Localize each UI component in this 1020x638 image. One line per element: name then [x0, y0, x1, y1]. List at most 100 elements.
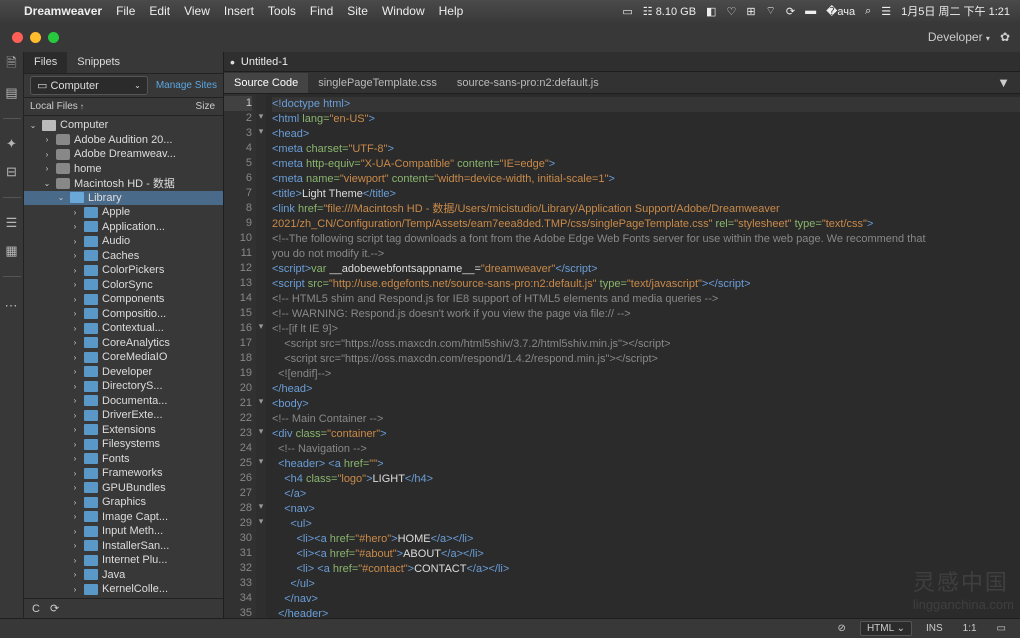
expand-icon[interactable]: › [70, 353, 80, 362]
file-tree[interactable]: ⌄Computer›Adobe Audition 20...›Adobe Dre… [24, 116, 223, 598]
menu-view[interactable]: View [184, 4, 210, 18]
dom-icon[interactable]: ☰ [5, 216, 19, 230]
expand-icon[interactable]: › [70, 512, 80, 521]
expand-icon[interactable]: › [70, 454, 80, 463]
tree-node[interactable]: ⌄Library [24, 191, 223, 206]
files-icon[interactable]: 🗎 [5, 58, 19, 72]
tree-node[interactable]: ›Fonts [24, 452, 223, 467]
tree-node[interactable]: ›DirectoryS... [24, 379, 223, 394]
tree-node[interactable]: ›Developer [24, 365, 223, 380]
expand-icon[interactable]: › [70, 556, 80, 565]
expand-icon[interactable]: › [70, 440, 80, 449]
search-icon[interactable]: ⌕ [865, 5, 871, 18]
expand-icon[interactable]: › [42, 135, 52, 144]
zoom-button[interactable] [48, 32, 59, 43]
css-designer-icon[interactable]: ⊟ [5, 165, 19, 179]
expand-icon[interactable]: › [70, 411, 80, 420]
expand-icon[interactable]: › [42, 164, 52, 173]
sync-settings-icon[interactable]: ✿ [1000, 30, 1010, 44]
subtab-css[interactable]: singlePageTemplate.css [308, 73, 447, 93]
expand-icon[interactable]: › [70, 541, 80, 550]
tree-node[interactable]: ›Image Capt... [24, 510, 223, 525]
expand-icon[interactable]: › [70, 309, 80, 318]
expand-icon[interactable]: › [70, 498, 80, 507]
sync-icon[interactable]: ⟳ [786, 5, 795, 18]
expand-icon[interactable]: › [70, 469, 80, 478]
bluetooth-icon[interactable]: ⌔ [766, 4, 776, 18]
tree-node[interactable]: ›ColorPickers [24, 263, 223, 278]
close-button[interactable] [12, 32, 23, 43]
workspace-switcher[interactable]: Developer ▾ [928, 30, 990, 44]
menu-file[interactable]: File [116, 4, 135, 18]
menu-help[interactable]: Help [439, 4, 464, 18]
tree-node[interactable]: ›Input Meth... [24, 524, 223, 539]
tree-node[interactable]: ⌄Computer [24, 118, 223, 133]
shield-icon[interactable]: ♡ [726, 5, 736, 18]
tree-node[interactable]: ›Apple [24, 205, 223, 220]
assets-icon[interactable]: ▦ [5, 244, 19, 258]
expand-icon[interactable]: › [70, 585, 80, 594]
tree-node[interactable]: ›Extensions [24, 423, 223, 438]
tab-snippets[interactable]: Snippets [67, 52, 130, 73]
app-name[interactable]: Dreamweaver [24, 4, 102, 18]
menu-edit[interactable]: Edit [149, 4, 170, 18]
tree-node[interactable]: ›Components [24, 292, 223, 307]
expand-icon[interactable]: › [70, 338, 80, 347]
expand-icon[interactable]: › [70, 208, 80, 217]
tree-node[interactable]: ›Adobe Dreamweav... [24, 147, 223, 162]
subtab-source[interactable]: Source Code [224, 73, 308, 93]
expand-icon[interactable]: ⌄ [56, 193, 66, 202]
tree-node[interactable]: ›CoreAnalytics [24, 336, 223, 351]
manage-sites-link[interactable]: Manage Sites [156, 80, 217, 91]
tree-node[interactable]: ›Filesystems [24, 437, 223, 452]
clock[interactable]: 1月5日 周二 下午 1:21 [901, 3, 1010, 19]
error-indicator[interactable]: ⊘ [832, 623, 852, 634]
tree-node[interactable]: ›Documenta... [24, 394, 223, 409]
battery-icon[interactable]: ▬ [805, 5, 816, 17]
document-tab[interactable]: • Untitled-1 [224, 52, 1020, 72]
expand-icon[interactable]: › [70, 237, 80, 246]
tree-node[interactable]: ›CoreMediaIO [24, 350, 223, 365]
tree-node[interactable]: ›GPUBundles [24, 481, 223, 496]
menu-window[interactable]: Window [382, 4, 425, 18]
expand-icon[interactable]: ⌄ [28, 121, 38, 130]
col-size[interactable]: Size [196, 101, 215, 112]
tree-node[interactable]: ›Adobe Audition 20... [24, 133, 223, 148]
code-lines[interactable]: <!doctype html><html lang="en-US"><head>… [266, 94, 1020, 618]
tree-node[interactable]: ›Java [24, 568, 223, 583]
subtab-js[interactable]: source-sans-pro:n2:default.js [447, 73, 609, 93]
tree-node[interactable]: ›Contextual... [24, 321, 223, 336]
tree-node[interactable]: ›KernelColle... [24, 582, 223, 597]
expand-icon[interactable]: › [70, 222, 80, 231]
tray-icon[interactable]: ◧ [706, 5, 716, 18]
minimize-button[interactable] [30, 32, 41, 43]
expand-icon[interactable]: › [70, 483, 80, 492]
more-icon[interactable]: ⋯ [5, 299, 19, 313]
expand-icon[interactable]: › [70, 396, 80, 405]
tree-node[interactable]: ›Audio [24, 234, 223, 249]
site-selector[interactable]: ▭ Computer⌄ [30, 76, 148, 95]
tree-node[interactable]: ›Internet Plu... [24, 553, 223, 568]
filter-icon[interactable]: ▼ [987, 75, 1020, 90]
tree-node[interactable]: ⌄Macintosh HD - 数据 [24, 176, 223, 191]
menu-insert[interactable]: Insert [224, 4, 254, 18]
insert-icon[interactable]: ✦ [5, 137, 19, 151]
expand-icon[interactable]: › [70, 266, 80, 275]
line-gutter[interactable]: 1234567891011121314151617181920212223242… [224, 94, 256, 618]
tree-node[interactable]: ›Application... [24, 220, 223, 235]
menu-find[interactable]: Find [310, 4, 333, 18]
refresh-icon[interactable]: C [32, 603, 40, 615]
cc-libraries-icon[interactable]: ▤ [5, 86, 19, 100]
expand-icon[interactable]: ⌄ [42, 179, 52, 188]
tree-node[interactable]: ›Compositio... [24, 307, 223, 322]
insert-mode[interactable]: INS [920, 623, 949, 634]
wifi-icon[interactable]: �ача [826, 5, 855, 18]
code-area[interactable]: 1234567891011121314151617181920212223242… [224, 94, 1020, 618]
expand-icon[interactable]: › [70, 425, 80, 434]
expand-icon[interactable]: › [70, 527, 80, 536]
expand-icon[interactable]: › [70, 367, 80, 376]
expand-icon[interactable]: › [70, 324, 80, 333]
fold-gutter[interactable]: ▾▾ ▾ ▾ ▾ ▾ ▾▾ ▾ ▾ [256, 94, 266, 618]
tab-files[interactable]: Files [24, 52, 67, 73]
grid-icon[interactable]: ⊞ [746, 5, 755, 18]
